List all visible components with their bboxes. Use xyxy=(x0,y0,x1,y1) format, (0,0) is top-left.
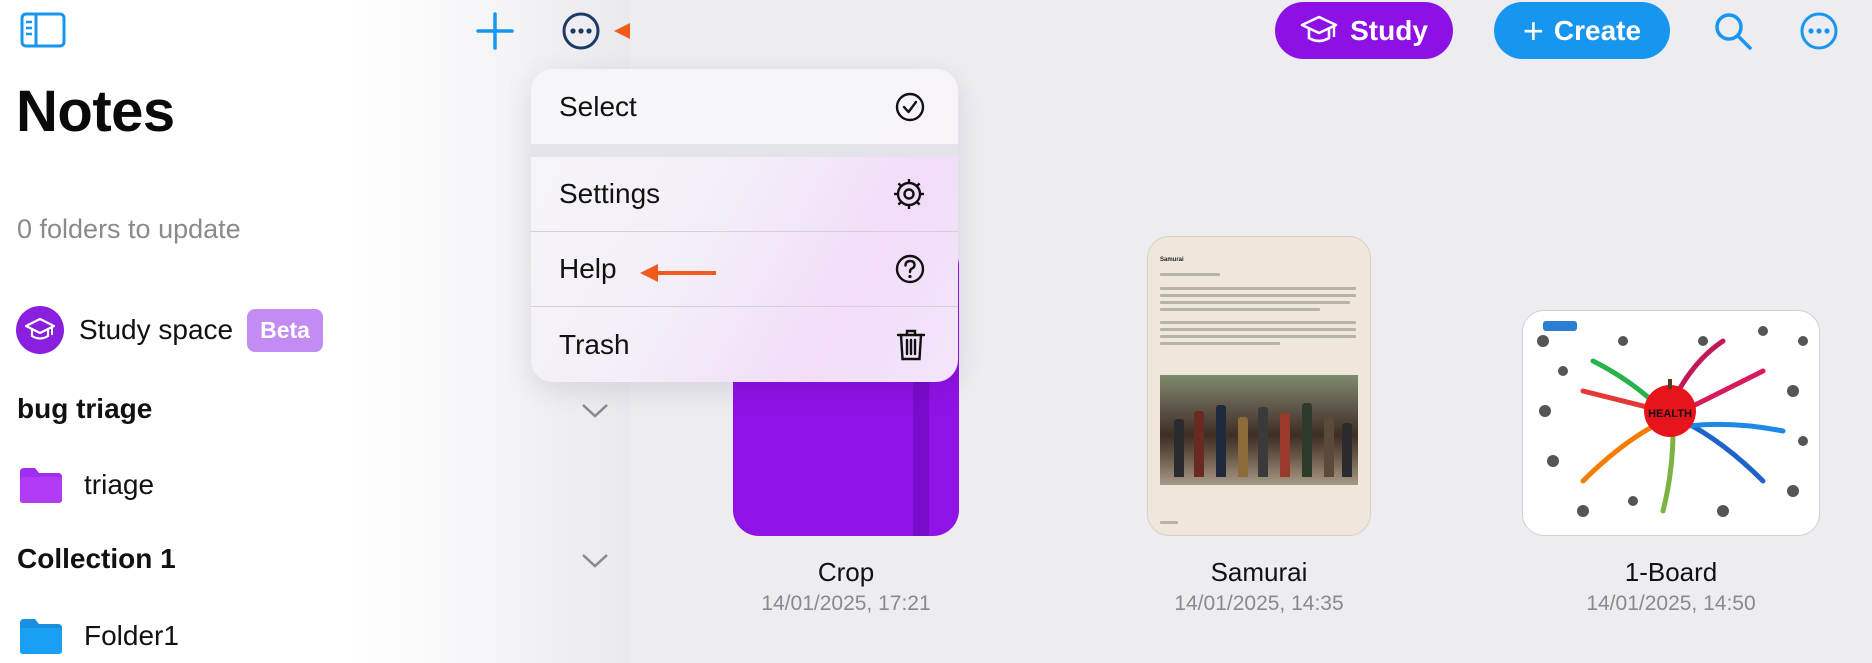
note-date: 14/01/2025, 17:21 xyxy=(761,592,931,615)
annotation-arrow-icon xyxy=(640,264,716,282)
study-label: Study xyxy=(1350,14,1428,46)
doc-text-line xyxy=(1160,335,1356,338)
doc-text-line xyxy=(1160,273,1220,276)
beta-badge: Beta xyxy=(247,308,323,352)
folder-triage[interactable]: triage xyxy=(18,466,154,504)
chevron-down-icon[interactable] xyxy=(580,551,610,571)
menu-item-settings[interactable]: Settings xyxy=(531,157,958,231)
doc-text-line xyxy=(1160,521,1178,524)
doc-text-line xyxy=(1160,342,1280,345)
doc-text-line xyxy=(1160,287,1356,290)
folder-label: triage xyxy=(84,469,155,500)
note-title: Crop xyxy=(817,557,875,587)
menu-item-label: Help xyxy=(559,253,617,284)
doc-text-line xyxy=(1160,301,1350,304)
menu-group-divider xyxy=(531,144,958,157)
note-date: 14/01/2025, 14:50 xyxy=(1586,592,1756,615)
add-note-button[interactable] xyxy=(470,6,520,56)
plus-icon: + xyxy=(1522,9,1544,51)
section-bug-triage[interactable]: bug triage xyxy=(17,393,152,425)
folder-folder1[interactable]: Folder1 xyxy=(18,617,179,655)
ellipsis-circle-icon xyxy=(1800,12,1838,50)
folder-icon xyxy=(20,468,62,503)
checkmark-circle-icon xyxy=(894,91,926,123)
note-title: 1-Board xyxy=(1624,557,1718,587)
create-button[interactable]: + Create xyxy=(1494,2,1670,59)
more-options-button[interactable] xyxy=(1794,6,1844,56)
menu-item-trash[interactable]: Trash xyxy=(531,307,958,382)
menu-item-label: Trash xyxy=(559,328,630,360)
note-thumbnail-samurai[interactable]: Samurai xyxy=(1147,236,1371,536)
mind-map-center-label: HEALTH xyxy=(1648,408,1692,420)
study-button[interactable]: Study xyxy=(1275,2,1453,59)
menu-item-label: Select xyxy=(559,90,637,122)
note-title: Samurai xyxy=(1210,557,1308,587)
menu-item-help[interactable]: Help xyxy=(531,232,958,306)
menu-item-select[interactable]: Select xyxy=(531,69,958,144)
more-options-button[interactable] xyxy=(556,6,606,56)
mind-map-image: HEALTH xyxy=(1537,321,1808,517)
sidebar-toggle-button[interactable] xyxy=(18,10,68,50)
graduation-cap-icon xyxy=(1300,15,1338,42)
page-title: Notes xyxy=(16,79,175,144)
section-collection-1[interactable]: Collection 1 xyxy=(17,543,176,575)
doc-text-line xyxy=(1160,294,1356,297)
sidebar-icon xyxy=(20,12,66,48)
menu-item-label: Settings xyxy=(559,178,661,209)
chevron-down-icon[interactable] xyxy=(580,401,610,421)
search-button[interactable] xyxy=(1708,6,1758,56)
folder-label: Folder1 xyxy=(84,620,179,651)
samurai-photo xyxy=(1160,375,1358,485)
note-date: 14/01/2025, 14:35 xyxy=(1174,592,1344,615)
search-icon xyxy=(1715,13,1752,50)
plus-icon xyxy=(476,12,514,50)
graduation-cap-icon xyxy=(16,306,64,354)
ellipsis-circle-icon xyxy=(562,12,600,50)
create-label: Create xyxy=(1553,14,1642,46)
more-options-menu: Select Settings Help Trash xyxy=(531,69,958,382)
folders-update-status: 0 folders to update xyxy=(17,214,241,244)
doc-text-line xyxy=(1160,328,1356,331)
folder-icon xyxy=(20,619,62,654)
note-thumbnail-1-board[interactable]: HEALTH xyxy=(1522,310,1820,536)
study-space-item[interactable]: Study space Beta xyxy=(16,305,323,355)
doc-title: Samurai xyxy=(1160,257,1184,263)
gear-icon xyxy=(892,177,926,211)
doc-text-line xyxy=(1160,308,1320,311)
question-circle-icon xyxy=(894,253,926,285)
study-space-label: Study space xyxy=(79,314,234,345)
trash-icon xyxy=(896,328,926,362)
doc-text-line xyxy=(1160,321,1356,324)
